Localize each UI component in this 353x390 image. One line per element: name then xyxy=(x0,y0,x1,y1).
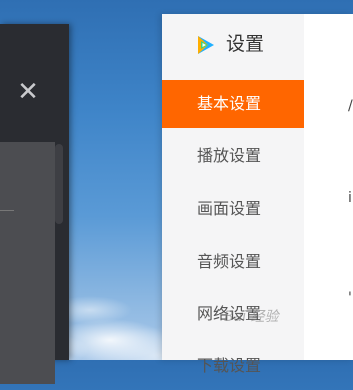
sidebar-item-label: 播放设置 xyxy=(197,146,262,165)
close-icon[interactable]: ✕ xyxy=(16,79,40,105)
sidebar-item-download[interactable]: 下载设置 xyxy=(162,342,304,390)
content-text-fragment: ' xyxy=(348,290,352,306)
sidebar-item-picture[interactable]: 画面设置 xyxy=(162,185,304,233)
player-screen xyxy=(0,142,55,384)
settings-content: / i ' xyxy=(304,14,353,360)
sidebar-item-label: 基本设置 xyxy=(197,94,262,113)
sidebar-item-basic[interactable]: 基本设置 xyxy=(162,80,304,128)
player-divider xyxy=(0,210,14,211)
tencent-video-logo-icon xyxy=(198,36,214,54)
sidebar-item-label: 画面设置 xyxy=(197,199,262,218)
sidebar-item-playback[interactable]: 播放设置 xyxy=(162,132,304,180)
player-window: ✕ xyxy=(0,24,69,384)
sidebar-item-label: 下载设置 xyxy=(197,356,262,375)
settings-header: 设置 xyxy=(162,14,304,74)
settings-title: 设置 xyxy=(226,33,265,55)
player-scrollbar[interactable] xyxy=(55,144,63,224)
sidebar-item-audio[interactable]: 音频设置 xyxy=(162,238,304,286)
content-text-fragment: / xyxy=(348,98,353,114)
sidebar-item-label: 音频设置 xyxy=(197,252,262,271)
content-text-fragment: i xyxy=(348,190,352,206)
baidu-watermark: Bai 经验 xyxy=(224,309,279,325)
